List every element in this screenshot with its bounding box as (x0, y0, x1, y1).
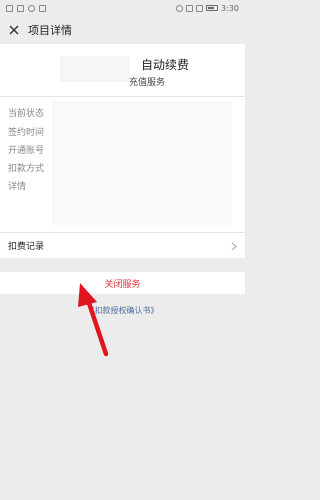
signal-icon (196, 4, 204, 12)
status-right-icons: 3:30 (176, 4, 239, 13)
alarm-icon (176, 4, 184, 12)
close-service-button[interactable]: 关闭服务 (0, 272, 245, 294)
label-detail: 详情 (8, 182, 27, 192)
service-card: 自动续费 充值服务 (0, 44, 245, 96)
deduction-records-row[interactable]: 扣费记录 (0, 232, 245, 258)
status-time: 3:30 (221, 3, 239, 13)
message-icon (39, 4, 46, 12)
nav-bar: 项目详情 (0, 16, 245, 44)
page-title: 项目详情 (28, 24, 72, 37)
service-subtitle: 充值服务 (128, 78, 165, 88)
status-bar: 3:30 (0, 0, 245, 16)
label-sign-time: 签约时间 (8, 128, 45, 138)
battery-icon (206, 5, 219, 11)
label-payment-method: 扣款方式 (8, 164, 45, 174)
blurred-logo (60, 56, 130, 82)
records-label: 扣费记录 (8, 242, 45, 252)
wifi-icon (186, 4, 194, 12)
label-account: 开通账号 (8, 146, 45, 156)
service-title: 自动续费 (140, 58, 189, 72)
sync-icon (28, 4, 35, 12)
chevron-right-icon (231, 236, 237, 255)
authorization-agreement-link[interactable]: 《扣款授权确认书》 (0, 305, 245, 316)
label-current-status: 当前状态 (8, 109, 45, 119)
blurred-details (52, 101, 232, 225)
details-section: 当前状态 签约时间 开通账号 扣款方式 详情 (0, 97, 245, 232)
notification-icon (6, 4, 13, 12)
app-icon (17, 4, 24, 12)
status-left-icons (6, 4, 46, 12)
close-icon[interactable] (6, 22, 22, 38)
